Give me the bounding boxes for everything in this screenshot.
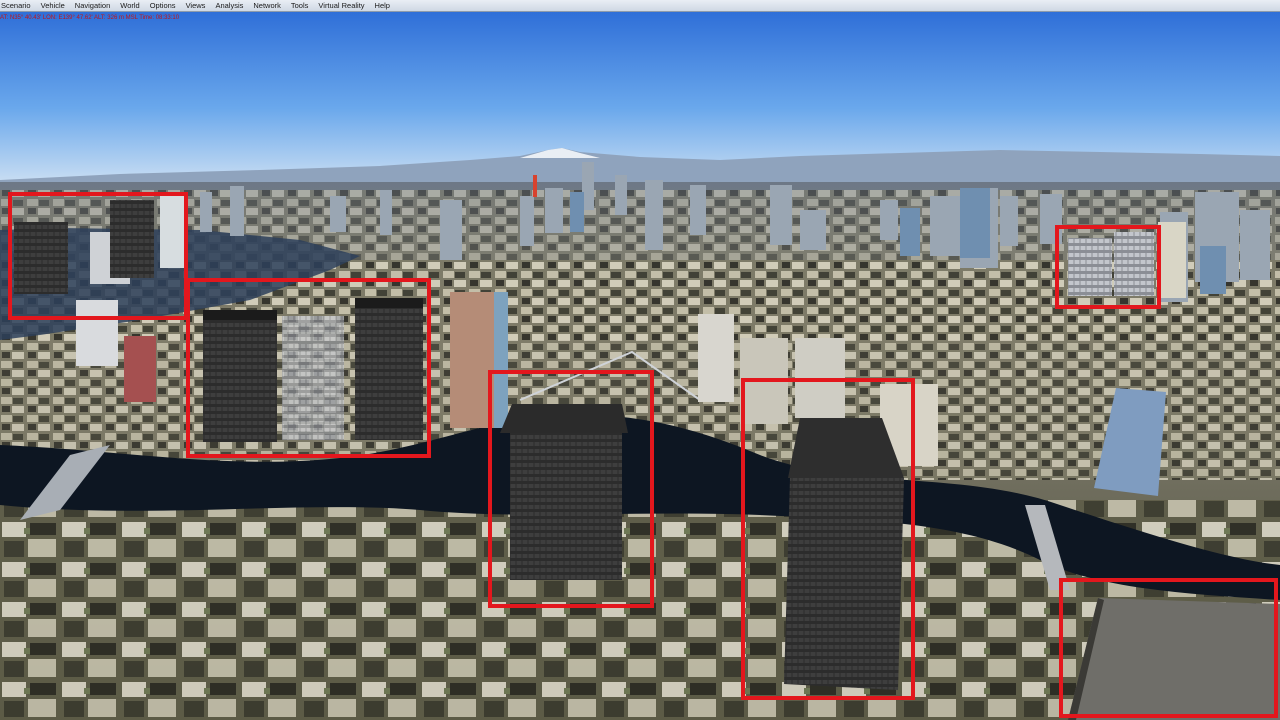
black-tower-1 xyxy=(203,310,277,442)
black-tower-3 xyxy=(355,298,423,440)
tower-left-5 xyxy=(76,300,118,366)
menu-analysis[interactable]: Analysis xyxy=(210,0,248,11)
grey-tower-2 xyxy=(282,316,344,440)
tower-right-3 xyxy=(1158,222,1186,298)
menu-options[interactable]: Options xyxy=(145,0,181,11)
menu-vehicle[interactable]: Vehicle xyxy=(36,0,70,11)
tower-left-3 xyxy=(110,200,154,278)
menu-help[interactable]: Help xyxy=(370,0,395,11)
white-tower-1 xyxy=(698,314,734,402)
menu-bar: Scenario Vehicle Navigation World Option… xyxy=(0,0,1280,12)
near-black-tower-2-side xyxy=(784,478,904,690)
tokyo-tower xyxy=(533,175,537,197)
menu-virtual-reality[interactable]: Virtual Reality xyxy=(313,0,369,11)
tower-left-6 xyxy=(124,336,156,402)
menu-network[interactable]: Network xyxy=(248,0,286,11)
position-status-readout: AT: N35° 40.43' LON: E139° 47.62' ALT: 3… xyxy=(0,15,180,21)
brick-tower-edge xyxy=(494,292,508,428)
tower-left-4 xyxy=(160,196,184,268)
near-black-tower-1-side xyxy=(510,430,622,580)
near-black-tower-1-roof xyxy=(500,404,628,433)
simulator-3d-viewport[interactable] xyxy=(0,12,1280,720)
menu-scenario[interactable]: Scenario xyxy=(0,0,36,11)
tower-right-1 xyxy=(1068,238,1112,296)
menu-navigation[interactable]: Navigation xyxy=(70,0,115,11)
black-tower-3-roof xyxy=(355,298,423,308)
menu-world[interactable]: World xyxy=(115,0,144,11)
tower-left-1 xyxy=(14,222,68,294)
menu-tools[interactable]: Tools xyxy=(286,0,314,11)
black-tower-1-roof xyxy=(203,310,277,320)
tower-right-2 xyxy=(1114,232,1154,296)
menu-views[interactable]: Views xyxy=(181,0,211,11)
